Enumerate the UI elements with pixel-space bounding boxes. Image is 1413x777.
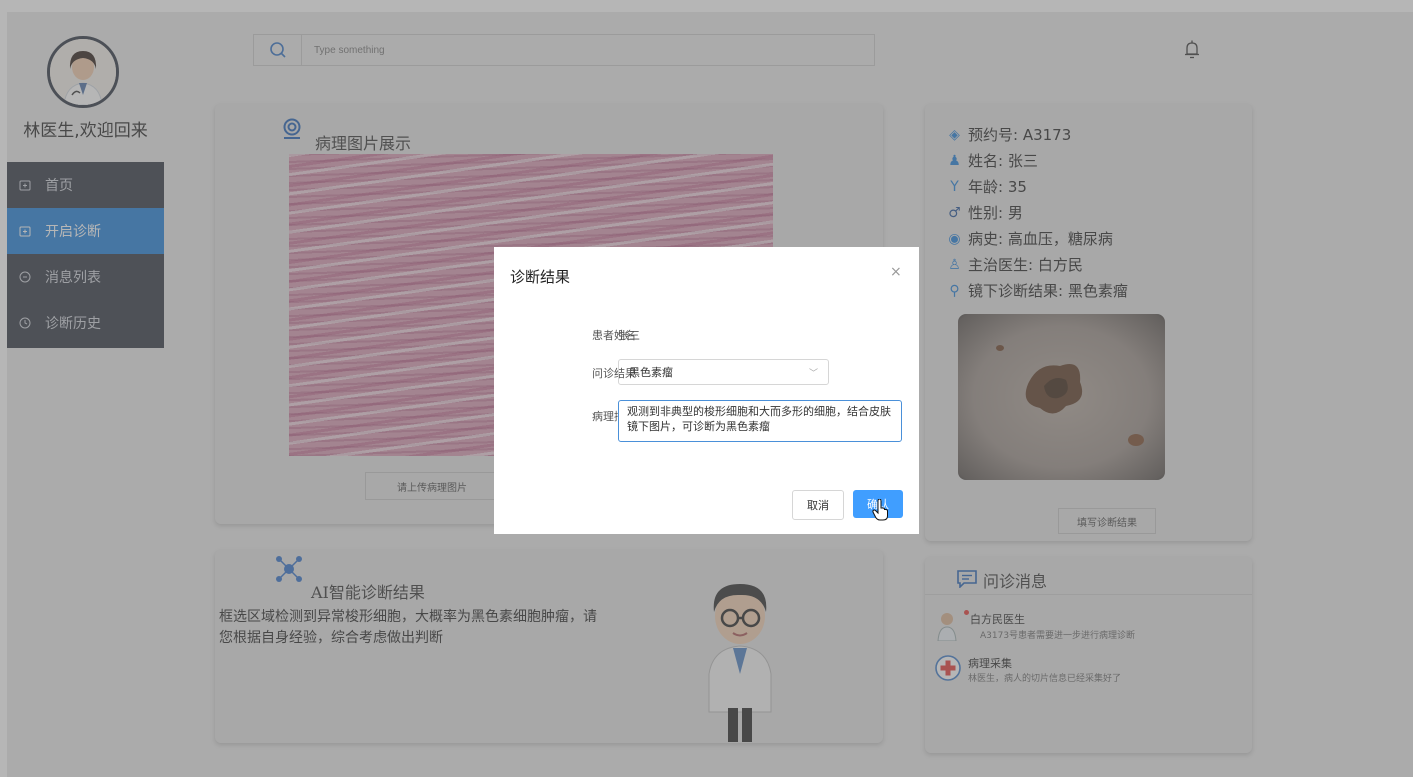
hand-cursor-icon (872, 499, 888, 521)
result-label: 问诊结果 (592, 367, 636, 380)
dialog-title: 诊断结果 (510, 268, 571, 286)
cancel-button[interactable]: 取消 (792, 490, 844, 520)
patient-name-label: 患者姓名 (592, 329, 636, 342)
patient-name-value: 张三 (618, 329, 640, 342)
diagnosis-dialog: 诊断结果 × 患者姓名 张三 问诊结果 黑色素瘤 ﹀ 病理描述 观测到非典型的梭… (494, 247, 919, 534)
description-textarea[interactable]: 观测到非典型的梭形细胞和大而多形的细胞，结合皮肤镜下图片，可诊断为黑色素瘤 (618, 400, 902, 442)
result-select-value: 黑色素瘤 (629, 366, 673, 379)
result-select[interactable]: 黑色素瘤 ﹀ (618, 359, 829, 385)
description-label: 病理描述 (592, 410, 636, 423)
close-icon[interactable]: × (890, 264, 902, 280)
chevron-down-icon: ﹀ (808, 369, 818, 379)
